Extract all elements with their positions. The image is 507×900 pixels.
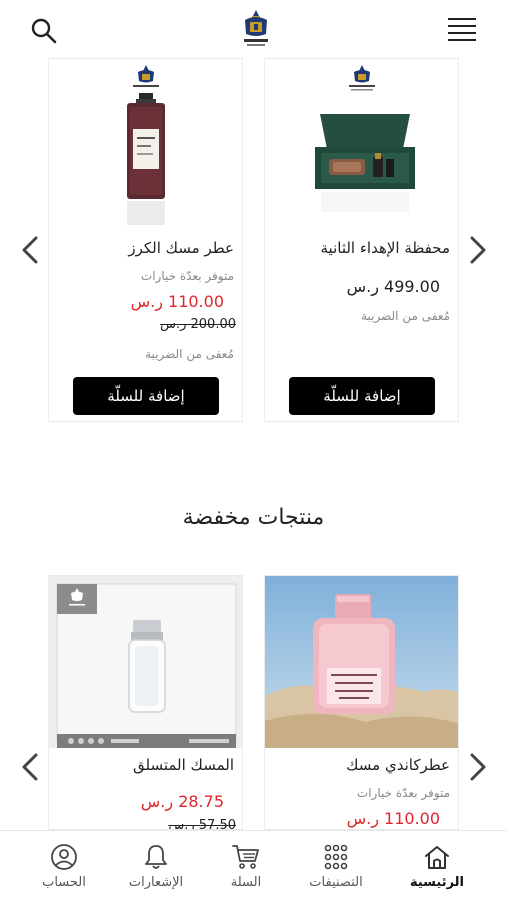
product-image[interactable] (265, 59, 458, 231)
nav-label: السلة (230, 875, 262, 890)
product-image[interactable] (49, 59, 242, 231)
product-title[interactable]: المسك المتسلق (54, 756, 234, 774)
product-card-climbing-musk[interactable]: المسك المتسلق 28.75 ر.س 57.50 ر.س (48, 575, 243, 830)
nav-item-home[interactable]: الرئيسية (392, 831, 482, 900)
grid-dots-icon (321, 843, 351, 871)
brand-logo[interactable] (239, 8, 273, 50)
nav-label: الحساب (42, 875, 86, 890)
product-image[interactable] (49, 576, 242, 748)
carousel-next-arrow[interactable] (466, 752, 490, 782)
add-to-cart-button[interactable]: إضافة للسلّة (73, 377, 219, 415)
user-circle-icon (49, 843, 79, 871)
nav-item-account[interactable]: الحساب (19, 831, 109, 900)
nav-item-notifications[interactable]: الإشعارات (111, 831, 201, 900)
product-title[interactable]: محفظة الإهداء الثانية (270, 239, 451, 257)
availability-note: متوفر بعدّة خيارات (356, 786, 450, 800)
product-title[interactable]: عطركاندي مسك (270, 756, 450, 774)
search-icon[interactable] (30, 17, 58, 45)
bottom-navigation: الرئيسية التصنيفات السلة الإشعارات الحسا… (0, 830, 507, 900)
home-icon (422, 843, 452, 871)
product-title[interactable]: عطر مسك الكرز (54, 239, 234, 257)
hamburger-icon[interactable] (448, 18, 476, 42)
nav-item-categories[interactable]: التصنيفات (291, 831, 381, 900)
app-header (0, 0, 507, 58)
carousel-next-arrow[interactable] (466, 235, 490, 265)
tax-note: مُعفى من الضريبة (361, 309, 450, 323)
nav-label: الإشعارات (128, 875, 184, 890)
product-card-gift-box[interactable]: محفظة الإهداء الثانية 499.00 ر.س مُعفى م… (264, 58, 459, 422)
old-price: 57.50 ر.س (168, 818, 236, 830)
nav-item-cart[interactable]: السلة (201, 831, 291, 900)
section-title-discounted: منتجات مخفضة (182, 505, 325, 530)
carousel-prev-arrow[interactable] (18, 235, 42, 265)
bell-icon (141, 843, 171, 871)
tax-note: مُعفى من الضريبة (145, 347, 234, 361)
product-card-cherry-musk[interactable]: عطر مسك الكرز متوفر بعدّة خيارات 110.00 … (48, 58, 243, 422)
product-price: 499.00 ر.س (346, 277, 440, 296)
nav-label: الرئيسية (409, 875, 465, 890)
product-price: 110.00 ر.س (346, 809, 440, 828)
product-card-candy-musk[interactable]: عطركاندي مسك متوفر بعدّة خيارات 110.00 ر… (264, 575, 459, 830)
product-image[interactable] (265, 576, 458, 748)
availability-note: متوفر بعدّة خيارات (140, 269, 234, 283)
nav-label: التصنيفات (309, 875, 363, 890)
old-price: 200.00 ر.س (160, 317, 236, 332)
product-price: 110.00 ر.س (130, 292, 224, 311)
carousel-prev-arrow[interactable] (18, 752, 42, 782)
cart-icon (231, 843, 261, 871)
product-price: 28.75 ر.س (140, 792, 224, 811)
add-to-cart-button[interactable]: إضافة للسلّة (289, 377, 435, 415)
